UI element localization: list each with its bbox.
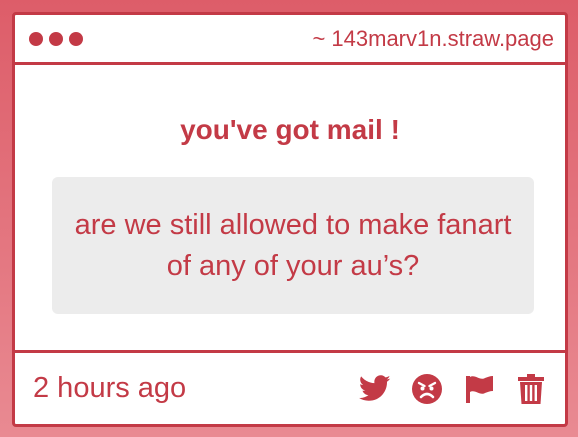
window-dot-2[interactable] bbox=[49, 31, 63, 46]
message-box: are we still allowed to make fanart of a… bbox=[52, 177, 534, 314]
timestamp: 2 hours ago bbox=[33, 372, 187, 404]
action-bar bbox=[358, 372, 548, 406]
window-dot-3[interactable] bbox=[69, 31, 83, 46]
title-bar: ~ 143marv1n.straw.page bbox=[15, 15, 565, 65]
trash-icon[interactable] bbox=[514, 372, 548, 406]
flag-icon[interactable] bbox=[462, 372, 496, 406]
message-text: are we still allowed to make fanart of a… bbox=[74, 208, 512, 282]
angry-face-icon[interactable] bbox=[410, 372, 444, 406]
window-dot-1[interactable] bbox=[29, 31, 43, 46]
mail-window: ~ 143marv1n.straw.page you've got mail !… bbox=[12, 12, 568, 427]
window-controls bbox=[29, 31, 83, 46]
page-title: you've got mail ! bbox=[180, 114, 400, 145]
page-url[interactable]: ~ 143marv1n.straw.page bbox=[312, 26, 554, 52]
message-panel: you've got mail ! are we still allowed t… bbox=[15, 65, 565, 353]
twitter-icon[interactable] bbox=[358, 372, 392, 406]
message-footer: 2 hours ago bbox=[15, 353, 565, 424]
